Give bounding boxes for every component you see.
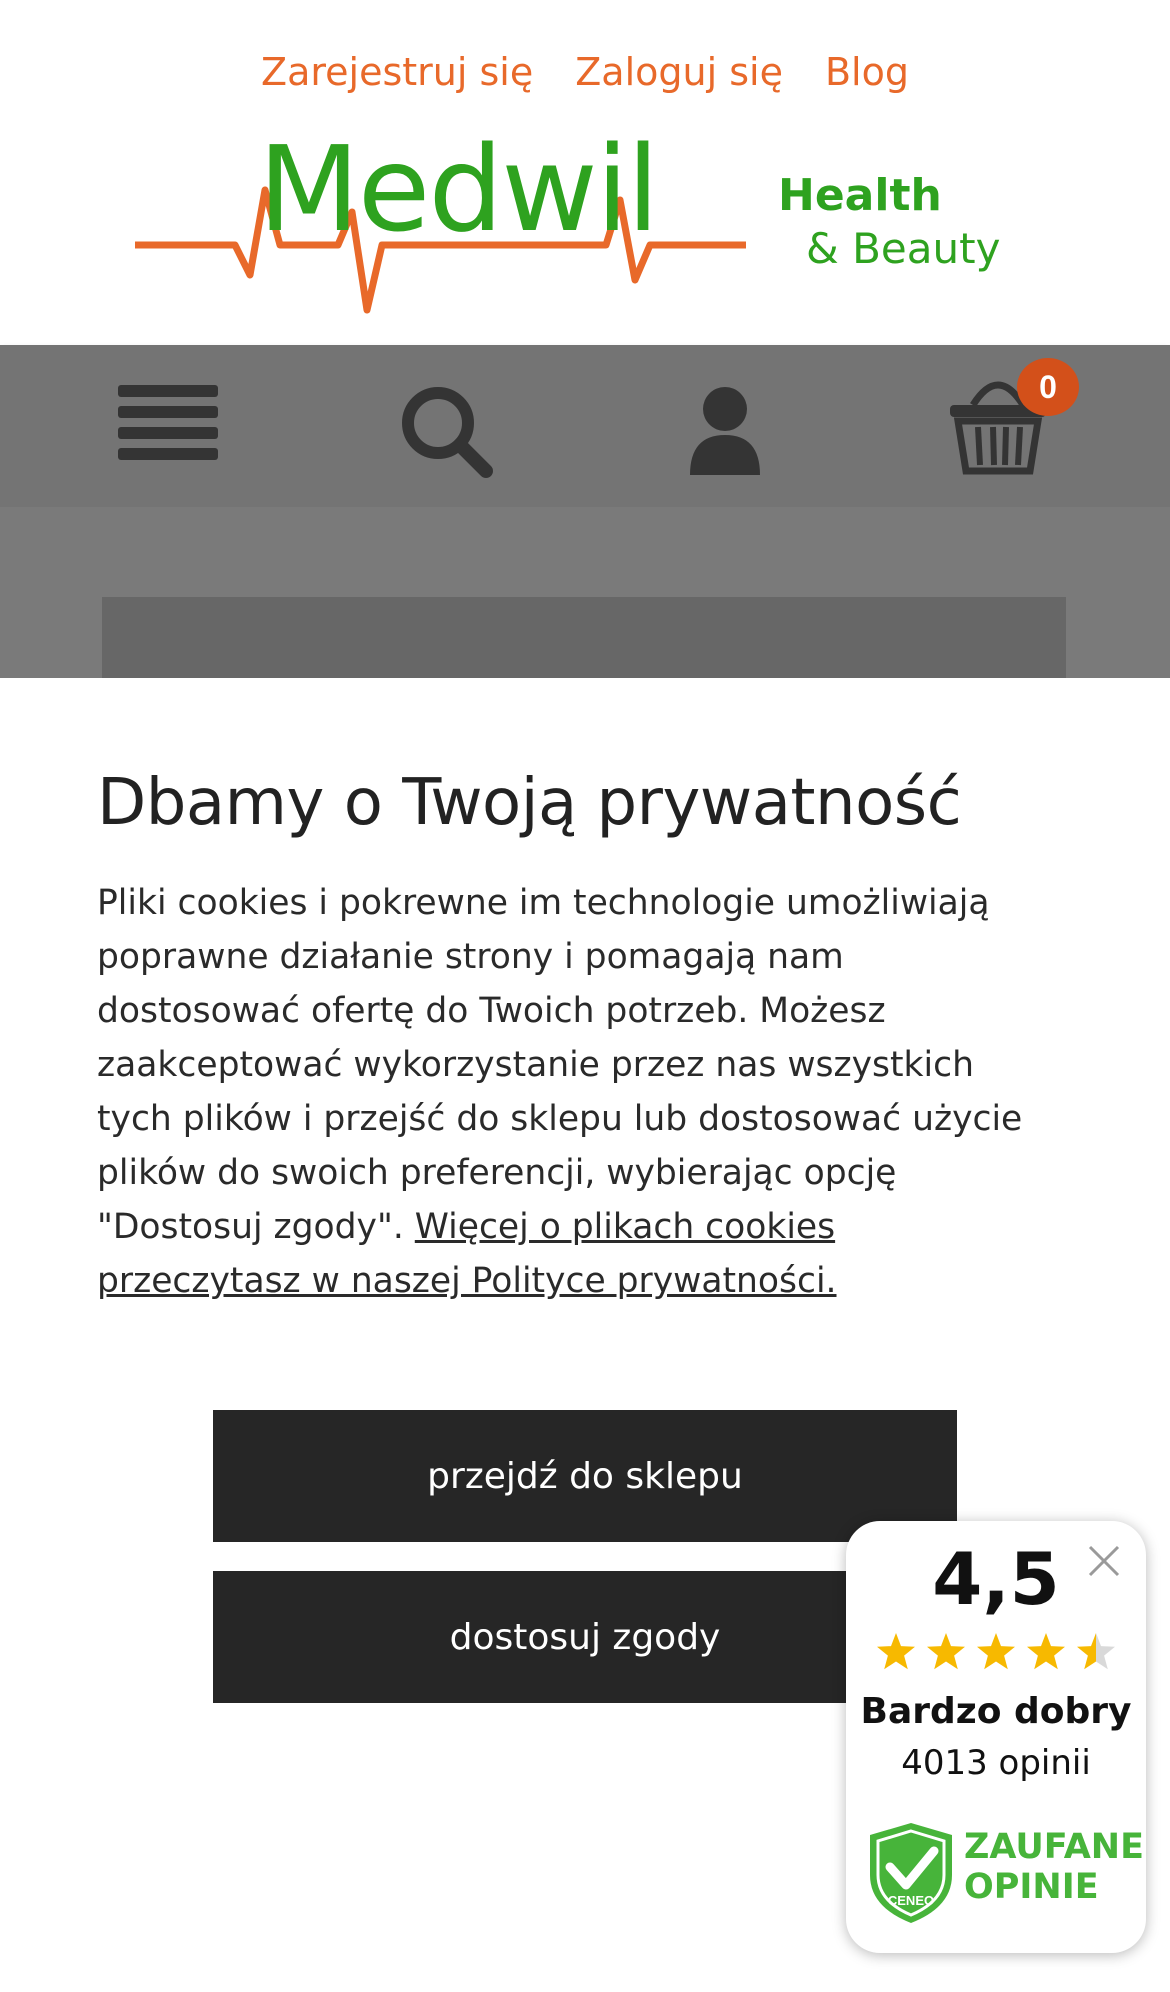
logo-wordmark: Medwil [258,120,659,258]
review-count: 4013 opinii [901,1743,1091,1783]
ceneo-shield-icon: CENEO [868,1821,954,1930]
shield-label: CENEO [888,1893,934,1908]
star-icon [877,1633,915,1670]
search-icon[interactable] [398,383,494,484]
site-logo[interactable]: Medwil Health & Beauty [130,130,1010,315]
logo-tagline-beauty: & Beauty [806,224,1001,273]
rating-verdict: Bardzo dobry [860,1691,1132,1732]
cookie-body-text: Pliki cookies i pokrewne im technologie … [97,883,1023,1247]
trusted-reviews-line-2: OPINIE [964,1867,1099,1907]
star-icon [1077,1633,1115,1670]
logo-tagline-health: Health [778,170,942,221]
star-icon [1027,1633,1065,1670]
star-icon [977,1633,1015,1670]
cookie-title: Dbamy o Twoją prywatność [97,766,962,840]
cart-count-badge: 0 [1017,358,1079,416]
rating-score: 4,5 [932,1537,1060,1621]
blog-link[interactable]: Blog [825,50,909,94]
accept-go-to-shop-button[interactable]: przejdź do sklepu [213,1410,957,1542]
trusted-reviews-label: ZAUFANE OPINIE [964,1827,1144,1907]
cookie-description: Pliki cookies i pokrewne im technologie … [97,876,1047,1308]
user-icon[interactable] [688,383,762,480]
login-link[interactable]: Zaloguj się [575,50,783,94]
ceneo-rating-widget[interactable]: 4,5 Bardzo dobry 4013 opinii CENEO ZAUFA… [846,1521,1146,1953]
trusted-reviews-line-1: ZAUFANE [964,1827,1144,1867]
register-link[interactable]: Zarejestruj się [261,50,533,94]
top-links: Zarejestruj się Zaloguj się Blog [0,50,1170,94]
menu-icon[interactable] [118,383,218,468]
star-icon [927,1633,965,1670]
navbar [0,345,1170,507]
rating-stars [874,1631,1118,1680]
